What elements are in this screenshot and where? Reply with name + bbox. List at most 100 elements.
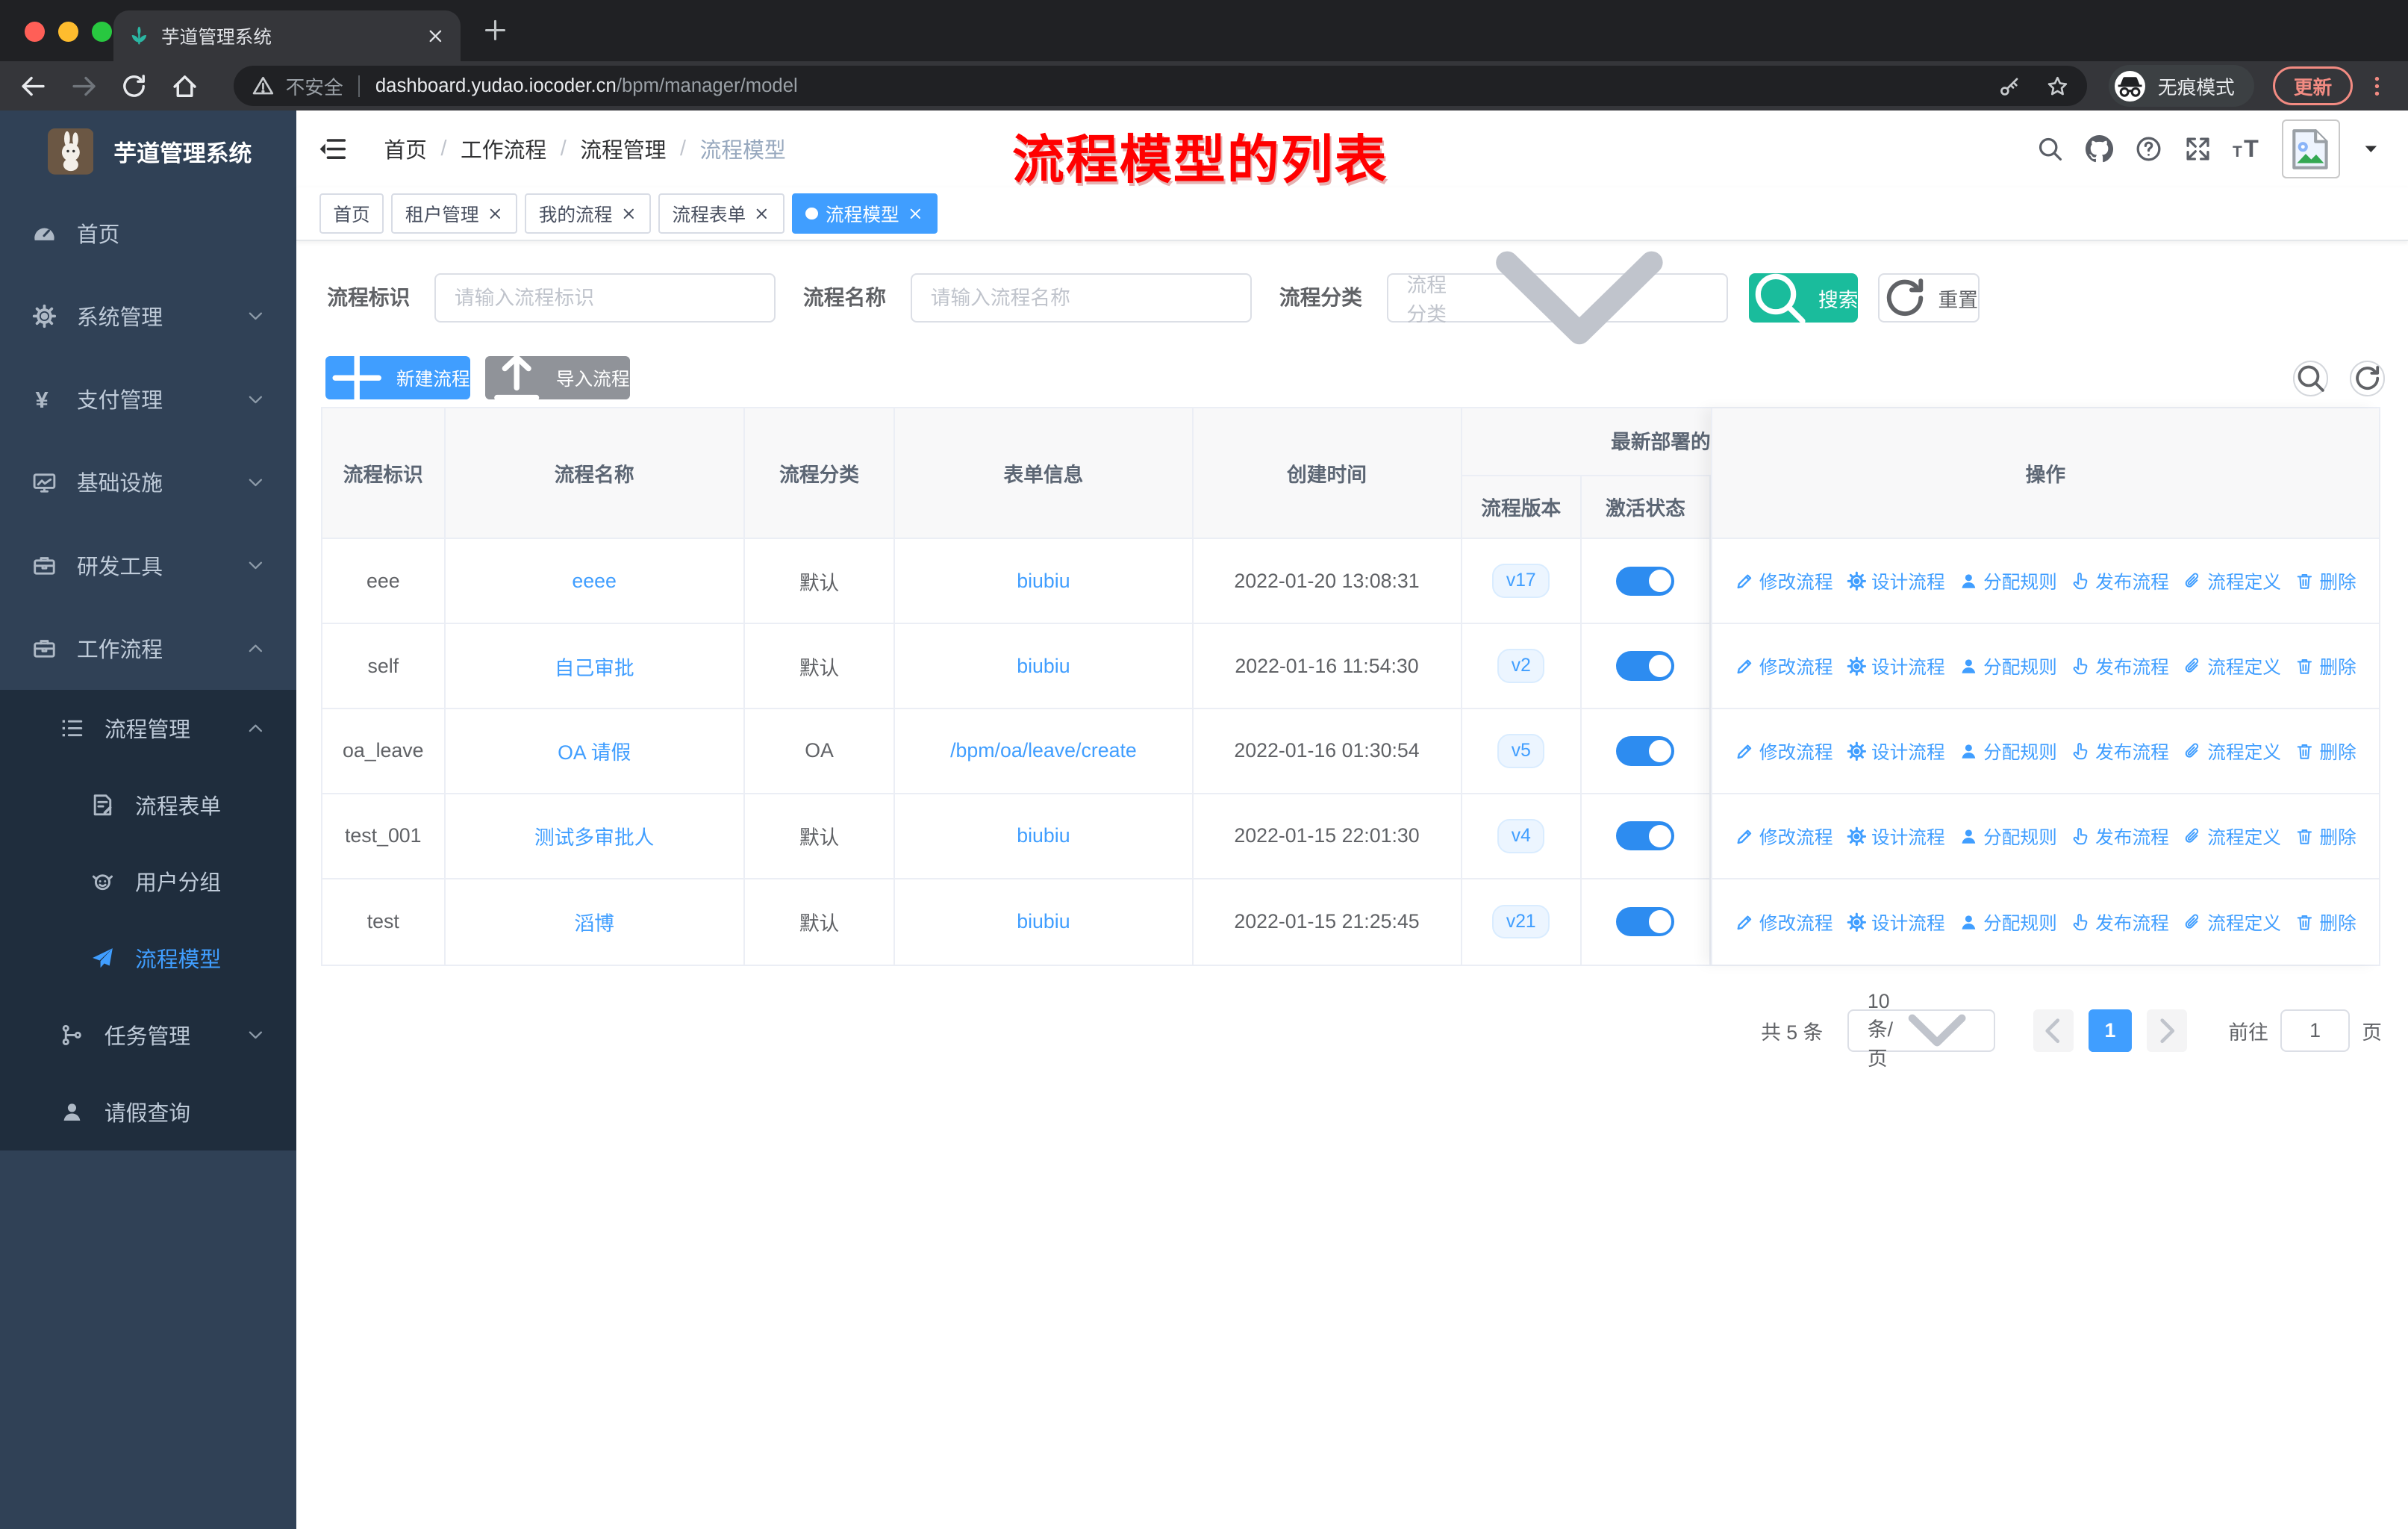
password-key-icon[interactable] bbox=[1998, 75, 2021, 98]
tag-close-icon[interactable] bbox=[620, 205, 637, 222]
process-id-input[interactable] bbox=[434, 273, 776, 323]
font-size-icon[interactable]: TT bbox=[2233, 135, 2260, 163]
sidebar-item-home[interactable]: 首页 bbox=[0, 192, 296, 275]
tag-process-model[interactable]: 流程模型 bbox=[791, 193, 938, 234]
action-publish-process[interactable]: 发布流程 bbox=[2071, 567, 2169, 594]
sidebar-item-user-group[interactable]: 用户分组 bbox=[0, 843, 296, 920]
sidebar-item-workflow[interactable]: 工作流程 bbox=[0, 607, 296, 690]
sidebar-item-dev-tools[interactable]: 研发工具 bbox=[0, 524, 296, 607]
sidebar-item-infrastructure[interactable]: 基础设施 bbox=[0, 440, 296, 523]
action-delete[interactable]: 删除 bbox=[2295, 823, 2356, 850]
action-process-definition[interactable]: 流程定义 bbox=[2183, 567, 2281, 594]
browser-update-button[interactable]: 更新 bbox=[2273, 66, 2353, 105]
tag-my-process[interactable]: 我的流程 bbox=[525, 193, 651, 234]
next-page-button[interactable] bbox=[2147, 1009, 2187, 1053]
action-assign-rules[interactable]: 分配规则 bbox=[1959, 823, 2057, 850]
form-info-link[interactable]: biubiu bbox=[895, 539, 1194, 623]
toggle-on[interactable] bbox=[1616, 907, 1675, 937]
action-process-definition[interactable]: 流程定义 bbox=[2183, 653, 2281, 679]
active-switch[interactable] bbox=[1582, 539, 1711, 623]
new-tab-button[interactable] bbox=[482, 17, 508, 43]
tag-close-icon[interactable] bbox=[487, 205, 504, 222]
sidebar-logo[interactable]: 芋道管理系统 bbox=[0, 110, 296, 192]
address-bar[interactable]: 不安全 dashboard.yudao.iocoder.cn /bpm/mana… bbox=[233, 66, 2088, 106]
active-switch[interactable] bbox=[1582, 709, 1711, 793]
refresh-table-button[interactable] bbox=[2349, 361, 2386, 396]
action-design-process[interactable]: 设计流程 bbox=[1847, 567, 1945, 594]
sidebar-item-payment[interactable]: ¥ 支付管理 bbox=[0, 358, 296, 440]
process-name-link[interactable]: 自己审批 bbox=[446, 624, 745, 708]
action-publish-process[interactable]: 发布流程 bbox=[2071, 823, 2169, 850]
page-size-select[interactable]: 10条/页 bbox=[1847, 990, 1995, 1070]
breadcrumb-item[interactable]: 首页 bbox=[384, 134, 427, 164]
action-design-process[interactable]: 设计流程 bbox=[1847, 823, 1945, 850]
active-switch[interactable] bbox=[1582, 794, 1711, 878]
tag-process-form[interactable]: 流程表单 bbox=[658, 193, 785, 234]
search-icon[interactable] bbox=[2036, 135, 2064, 163]
action-delete[interactable]: 删除 bbox=[2295, 738, 2356, 764]
sidebar-item-process-model[interactable]: 流程模型 bbox=[0, 920, 296, 997]
action-modify-process[interactable]: 修改流程 bbox=[1735, 567, 1833, 594]
action-design-process[interactable]: 设计流程 bbox=[1847, 653, 1945, 679]
form-info-link[interactable]: biubiu bbox=[895, 794, 1194, 878]
action-delete[interactable]: 删除 bbox=[2295, 909, 2356, 935]
action-modify-process[interactable]: 修改流程 bbox=[1735, 823, 1833, 850]
caret-down-icon[interactable] bbox=[2362, 140, 2380, 158]
action-assign-rules[interactable]: 分配规则 bbox=[1959, 567, 2057, 594]
tag-tenant[interactable]: 租户管理 bbox=[391, 193, 517, 234]
reset-button[interactable]: 重置 bbox=[1878, 273, 1980, 323]
browser-tab[interactable]: 芋道管理系统 bbox=[113, 10, 461, 62]
form-info-link[interactable]: biubiu bbox=[895, 879, 1194, 965]
current-page[interactable]: 1 bbox=[2089, 1009, 2132, 1053]
forward-icon[interactable] bbox=[69, 72, 99, 101]
action-process-definition[interactable]: 流程定义 bbox=[2183, 738, 2281, 764]
sidebar-fold-icon[interactable] bbox=[316, 134, 347, 164]
process-name-link[interactable]: 测试多审批人 bbox=[446, 794, 745, 878]
reload-icon[interactable] bbox=[119, 72, 149, 101]
tag-close-icon[interactable] bbox=[907, 205, 924, 222]
action-assign-rules[interactable]: 分配规则 bbox=[1959, 909, 2057, 935]
process-name-link[interactable]: eeee bbox=[446, 539, 745, 623]
traffic-close-button[interactable] bbox=[24, 21, 45, 42]
action-modify-process[interactable]: 修改流程 bbox=[1735, 653, 1833, 679]
action-delete[interactable]: 删除 bbox=[2295, 653, 2356, 679]
prev-page-button[interactable] bbox=[2033, 1009, 2074, 1053]
breadcrumb-item[interactable]: 流程管理 bbox=[580, 134, 666, 164]
action-assign-rules[interactable]: 分配规则 bbox=[1959, 738, 2057, 764]
process-name-input[interactable] bbox=[911, 273, 1252, 323]
home-icon[interactable] bbox=[170, 72, 199, 101]
action-publish-process[interactable]: 发布流程 bbox=[2071, 909, 2169, 935]
back-icon[interactable] bbox=[19, 72, 48, 101]
bookmark-star-icon[interactable] bbox=[2046, 75, 2069, 98]
form-info-link[interactable]: /bpm/oa/leave/create bbox=[895, 709, 1194, 793]
category-select[interactable]: 流程分类 bbox=[1386, 251, 1728, 345]
action-publish-process[interactable]: 发布流程 bbox=[2071, 653, 2169, 679]
action-publish-process[interactable]: 发布流程 bbox=[2071, 738, 2169, 764]
fullscreen-icon[interactable] bbox=[2184, 135, 2212, 163]
user-avatar[interactable] bbox=[2282, 119, 2341, 178]
create-process-button[interactable]: 新建流程 bbox=[325, 353, 470, 402]
sidebar-item-leave-query[interactable]: 请假查询 bbox=[0, 1074, 296, 1150]
toggle-search-button[interactable] bbox=[2292, 361, 2328, 396]
action-assign-rules[interactable]: 分配规则 bbox=[1959, 653, 2057, 679]
tag-close-icon[interactable] bbox=[753, 205, 770, 222]
search-button[interactable]: 搜索 bbox=[1749, 273, 1859, 324]
sidebar-item-task-management[interactable]: 任务管理 bbox=[0, 997, 296, 1074]
toggle-on[interactable] bbox=[1616, 821, 1675, 851]
active-switch[interactable] bbox=[1582, 879, 1711, 965]
form-info-link[interactable]: biubiu bbox=[895, 624, 1194, 708]
sidebar-item-process-form[interactable]: 流程表单 bbox=[0, 767, 296, 844]
github-icon[interactable] bbox=[2086, 135, 2114, 163]
action-modify-process[interactable]: 修改流程 bbox=[1735, 738, 1833, 764]
process-name-link[interactable]: 滔博 bbox=[446, 879, 745, 965]
sidebar-item-system[interactable]: 系统管理 bbox=[0, 275, 296, 358]
help-icon[interactable] bbox=[2135, 135, 2162, 163]
breadcrumb-item[interactable]: 工作流程 bbox=[461, 134, 546, 164]
action-process-definition[interactable]: 流程定义 bbox=[2183, 909, 2281, 935]
action-design-process[interactable]: 设计流程 bbox=[1847, 738, 1945, 764]
sidebar-item-process-management[interactable]: 流程管理 bbox=[0, 690, 296, 767]
goto-page-input[interactable] bbox=[2280, 1009, 2350, 1053]
action-design-process[interactable]: 设计流程 bbox=[1847, 909, 1945, 935]
action-delete[interactable]: 删除 bbox=[2295, 567, 2356, 594]
action-process-definition[interactable]: 流程定义 bbox=[2183, 823, 2281, 850]
